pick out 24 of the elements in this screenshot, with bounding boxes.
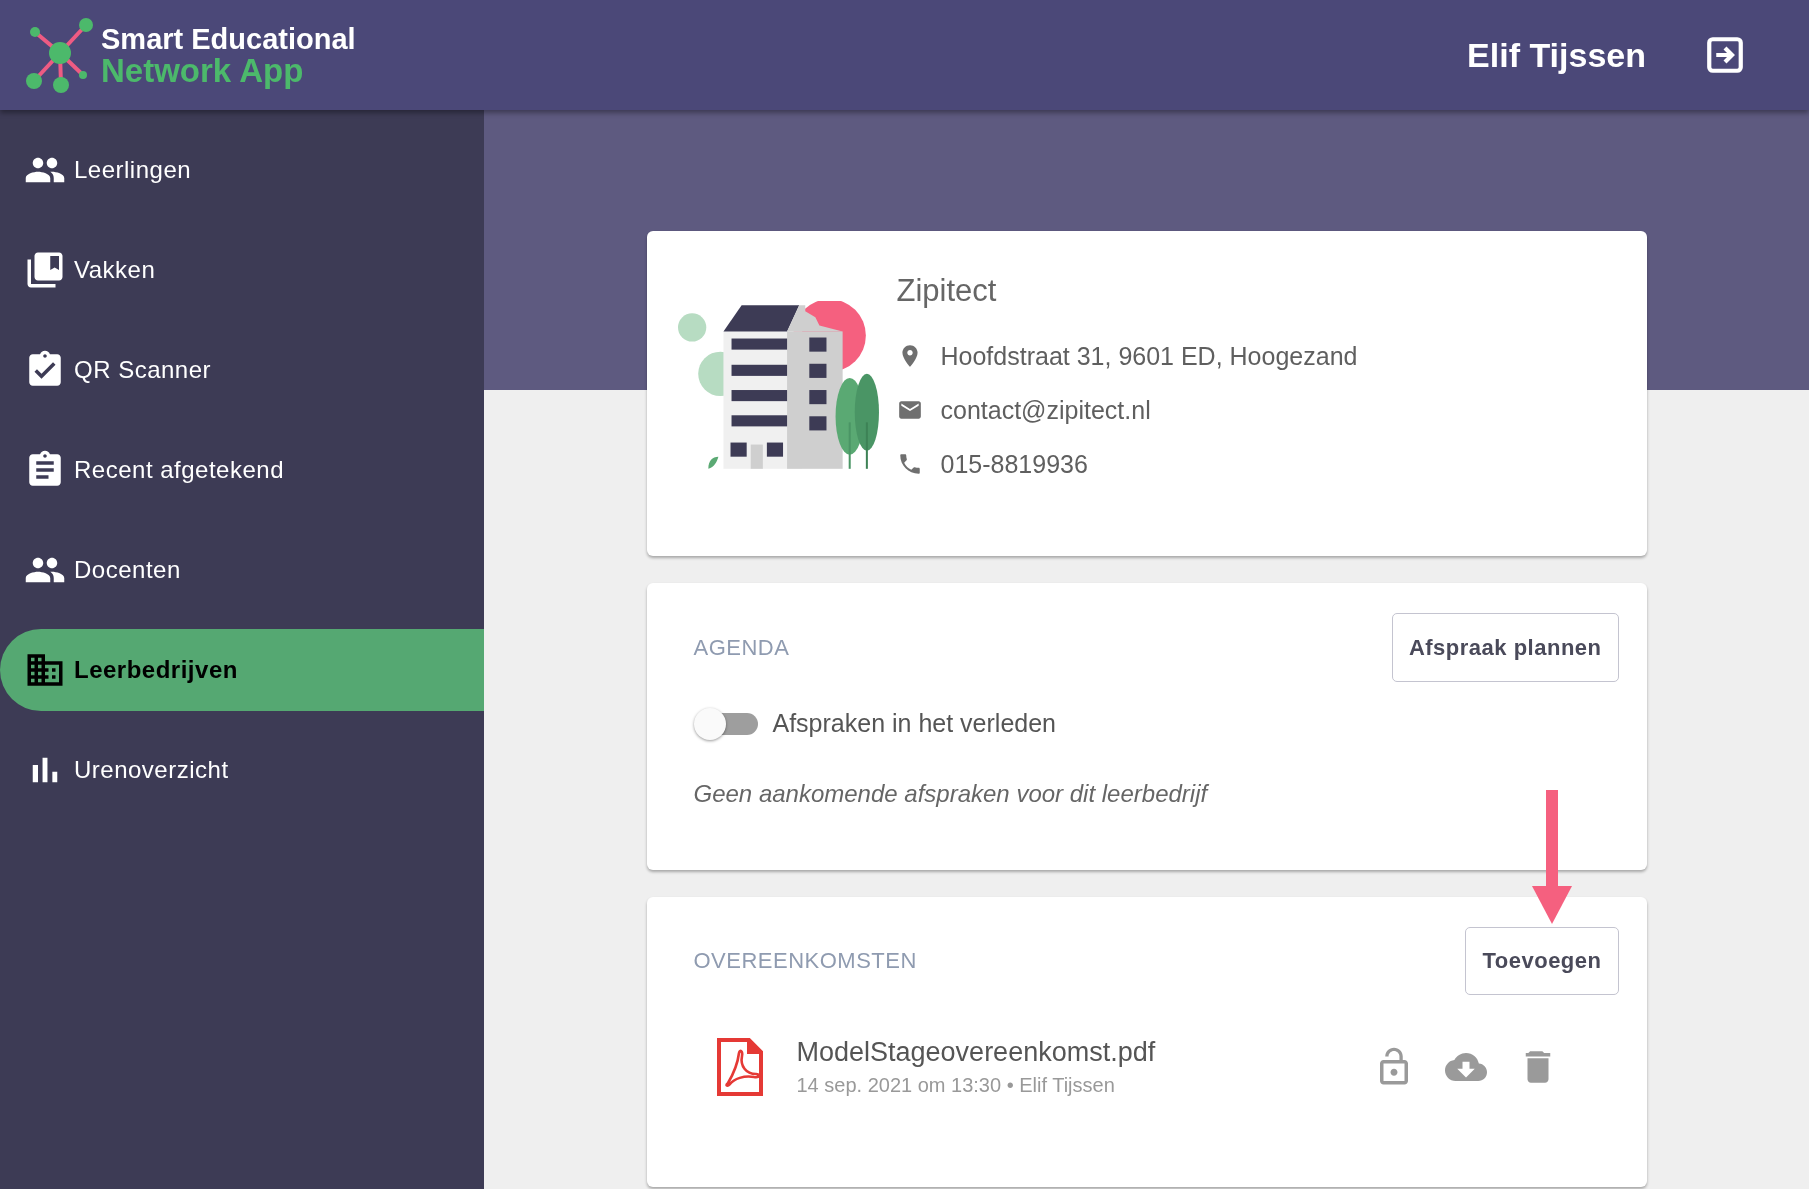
app-name: Smart Educational (101, 24, 356, 55)
sidebar-item[interactable]: Leerbedrijven (0, 629, 484, 711)
file-meta: 14 sep. 2021 om 13:30 • Elif Tijssen (796, 1074, 1116, 1097)
company-name: Zipitect (896, 273, 998, 309)
pdf-file-icon (715, 1037, 764, 1097)
empty-message: Geen aankomende afspraken voor dit leerbedrijf (693, 780, 1210, 808)
email-text: contact@zipitect.nl (940, 395, 1151, 425)
user-name: Elif Tijssen (1467, 35, 1646, 75)
sidebar-item[interactable]: QR Scanner (0, 329, 484, 411)
logout-icon[interactable] (1704, 34, 1746, 76)
address-text: Hoofdstraat 31, 9601 ED, Hoogezand (940, 341, 1358, 371)
add-button[interactable]: Toevoegen (1465, 927, 1619, 995)
schedule-appointment-button[interactable]: Afspraak plannen (1391, 613, 1619, 682)
sidebar-item[interactable]: Recent afgetekend (0, 429, 484, 511)
sidebar-item[interactable]: Urenoverzicht (0, 729, 484, 811)
sidebar-item[interactable]: Leerlingen (0, 129, 484, 211)
phone-text: 015-8819936 (940, 449, 1088, 479)
section-title: AGENDA (693, 634, 790, 661)
sidebar-item[interactable]: Docenten (0, 529, 484, 611)
toggle-switch[interactable] (693, 708, 758, 738)
file-name[interactable]: ModelStageovereenkomst.pdf (796, 1037, 1373, 1068)
section-title: OVEREENKOMSTEN (693, 948, 917, 974)
toggle-label: Afspraken in het verleden (772, 708, 1056, 738)
sidebar-item[interactable]: Vakken (0, 229, 484, 311)
